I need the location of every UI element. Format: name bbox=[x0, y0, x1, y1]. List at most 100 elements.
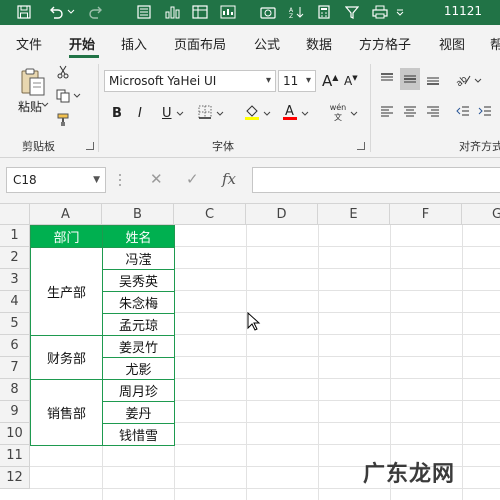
cut-icon[interactable] bbox=[55, 64, 71, 80]
tab-fangfang[interactable]: 方方格子 bbox=[359, 34, 411, 53]
camera-icon[interactable] bbox=[258, 3, 278, 21]
font-size-select[interactable]: 11 ▾ bbox=[278, 70, 316, 92]
align-middle-icon[interactable] bbox=[400, 68, 420, 90]
decrease-indent-icon[interactable] bbox=[454, 102, 472, 120]
table-header-cell[interactable]: 部门 bbox=[30, 225, 103, 248]
increase-indent-icon[interactable] bbox=[476, 102, 494, 120]
align-center-icon[interactable] bbox=[401, 102, 419, 120]
phonetic-guide-icon[interactable]: wén 文 bbox=[326, 102, 350, 124]
phonetic-dropdown-icon[interactable] bbox=[350, 108, 358, 120]
decrease-font-button[interactable]: A▼ bbox=[344, 74, 358, 88]
tab-help[interactable]: 帮 bbox=[490, 34, 500, 53]
underline-dropdown-icon[interactable] bbox=[176, 108, 184, 120]
table-cell-name[interactable]: 尤影 bbox=[102, 357, 175, 380]
enter-icon[interactable]: ✓ bbox=[186, 170, 199, 188]
tab-formulas[interactable]: 公式 bbox=[254, 34, 280, 53]
font-launcher-icon[interactable] bbox=[357, 142, 365, 150]
table-cell-name[interactable]: 孟元琼 bbox=[102, 313, 175, 336]
align-left-icon[interactable] bbox=[378, 102, 396, 120]
orientation-dropdown-icon[interactable] bbox=[474, 76, 482, 86]
calculator-icon[interactable] bbox=[314, 3, 334, 21]
tab-file[interactable]: 文件 bbox=[16, 34, 42, 53]
clipboard-group-label: 剪贴板 bbox=[22, 140, 55, 153]
column-header[interactable]: A bbox=[30, 204, 102, 225]
column-header[interactable]: E bbox=[318, 204, 390, 225]
copy-icon[interactable] bbox=[55, 88, 71, 104]
row-header[interactable]: 2 bbox=[0, 247, 30, 269]
row-header[interactable]: 11 bbox=[0, 445, 30, 467]
chart-bar-icon[interactable] bbox=[218, 3, 238, 21]
column-header[interactable]: G bbox=[462, 204, 500, 225]
table-cell-name[interactable]: 姜灵竹 bbox=[102, 335, 175, 358]
align-right-icon[interactable] bbox=[424, 102, 442, 120]
tab-insert[interactable]: 插入 bbox=[121, 34, 147, 53]
table-cell-name[interactable]: 吴秀英 bbox=[102, 269, 175, 292]
formula-input[interactable] bbox=[252, 167, 500, 193]
clipboard-launcher-icon[interactable] bbox=[86, 142, 94, 150]
row-header[interactable]: 8 bbox=[0, 379, 30, 401]
paste-dropdown-icon[interactable] bbox=[40, 100, 50, 110]
tab-home[interactable]: 开始 bbox=[69, 34, 95, 53]
chart-icon[interactable] bbox=[162, 3, 182, 21]
font-color-icon[interactable]: A bbox=[281, 102, 299, 122]
row-header[interactable]: 6 bbox=[0, 335, 30, 357]
copy-dropdown-icon[interactable] bbox=[73, 91, 81, 101]
customize-toolbar-icon[interactable] bbox=[394, 3, 406, 21]
insert-function-button[interactable]: fx bbox=[222, 170, 236, 188]
column-header[interactable]: F bbox=[390, 204, 462, 225]
table-cell-name[interactable]: 冯滢 bbox=[102, 247, 175, 270]
tab-view[interactable]: 视图 bbox=[439, 34, 465, 53]
row-header[interactable]: 7 bbox=[0, 357, 30, 379]
fill-color-dropdown-icon[interactable] bbox=[263, 108, 271, 120]
row-header[interactable]: 12 bbox=[0, 467, 30, 489]
format-painter-icon[interactable] bbox=[55, 112, 71, 128]
align-bottom-icon[interactable] bbox=[424, 70, 442, 88]
column-header[interactable]: C bbox=[174, 204, 246, 225]
select-all-corner[interactable] bbox=[0, 204, 30, 225]
row-header[interactable]: 10 bbox=[0, 423, 30, 445]
row-header[interactable]: 9 bbox=[0, 401, 30, 423]
cancel-icon[interactable]: ✕ bbox=[150, 170, 163, 188]
bold-button[interactable]: B bbox=[112, 106, 122, 121]
sort-icon[interactable]: AZ bbox=[286, 3, 306, 21]
undo-dropdown-icon[interactable] bbox=[66, 3, 76, 21]
column-header[interactable]: B bbox=[102, 204, 174, 225]
font-color-dropdown-icon[interactable] bbox=[301, 108, 309, 120]
table-cell-name[interactable]: 朱念梅 bbox=[102, 291, 175, 314]
table-header-cell[interactable]: 姓名 bbox=[102, 225, 175, 248]
row-header[interactable]: 1 bbox=[0, 225, 30, 247]
table-icon[interactable] bbox=[190, 3, 210, 21]
table-cell-department[interactable]: 财务部 bbox=[30, 335, 103, 380]
orientation-icon[interactable]: ab bbox=[454, 70, 472, 88]
italic-button[interactable]: I bbox=[138, 106, 142, 121]
filter-icon[interactable] bbox=[342, 3, 362, 21]
table-cell-name[interactable]: 姜丹 bbox=[102, 401, 175, 424]
table-cell-name[interactable]: 钱惜雪 bbox=[102, 423, 175, 446]
table-cell-name[interactable]: 周月珍 bbox=[102, 379, 175, 402]
border-icon[interactable] bbox=[197, 104, 213, 120]
redo-icon[interactable] bbox=[86, 3, 106, 21]
underline-button[interactable]: U bbox=[162, 106, 172, 121]
paste-button[interactable]: 粘贴 bbox=[18, 98, 42, 115]
form-icon[interactable] bbox=[134, 3, 154, 21]
column-header[interactable]: D bbox=[246, 204, 318, 225]
name-box[interactable]: C18 ▼ bbox=[6, 167, 106, 193]
align-top-icon[interactable] bbox=[378, 70, 396, 88]
tab-data[interactable]: 数据 bbox=[306, 34, 332, 53]
tab-page-layout[interactable]: 页面布局 bbox=[174, 34, 226, 53]
paste-icon[interactable] bbox=[18, 66, 48, 98]
undo-icon[interactable] bbox=[46, 3, 66, 21]
font-name-select[interactable]: Microsoft YaHei UI ▾ bbox=[104, 70, 276, 92]
table-cell-department[interactable]: 销售部 bbox=[30, 379, 103, 446]
row-header[interactable]: 3 bbox=[0, 269, 30, 291]
print-icon[interactable] bbox=[370, 3, 390, 21]
table-cell-department[interactable]: 生产部 bbox=[30, 247, 103, 336]
border-dropdown-icon[interactable] bbox=[216, 108, 224, 120]
fill-color-icon[interactable] bbox=[243, 102, 261, 122]
increase-font-label: A bbox=[322, 72, 333, 90]
row-header[interactable]: 5 bbox=[0, 313, 30, 335]
save-icon[interactable] bbox=[14, 3, 34, 21]
row-header[interactable]: 4 bbox=[0, 291, 30, 313]
drag-handle-icon[interactable] bbox=[118, 172, 124, 188]
increase-font-button[interactable]: A▲ bbox=[322, 72, 338, 90]
